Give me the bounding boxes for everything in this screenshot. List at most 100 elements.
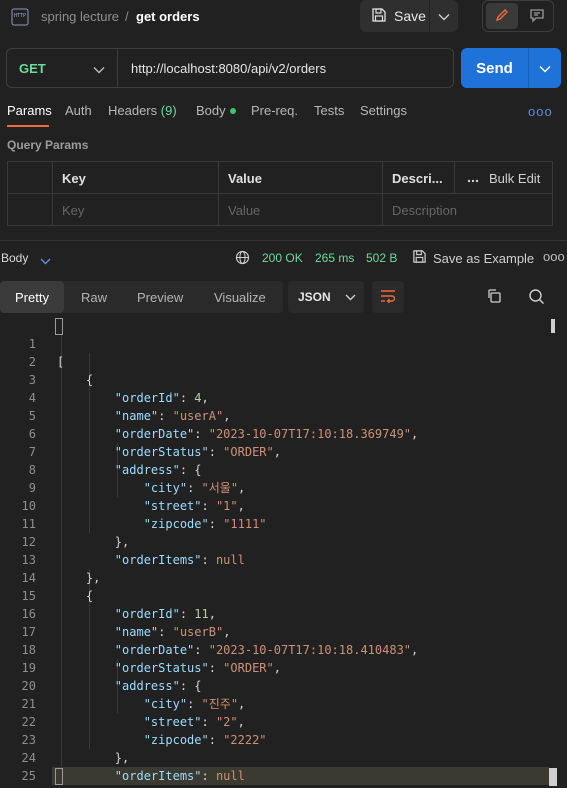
floppy-disk-icon (371, 7, 387, 26)
code-line: 7 "address": { (0, 425, 549, 477)
code-line: 1 [ (0, 317, 549, 369)
code-line: 26 ] (0, 767, 549, 788)
body-indicator-dot (229, 108, 236, 114)
scrollbar-thumb-end[interactable] (549, 768, 557, 786)
tab-body[interactable]: Body (196, 103, 236, 118)
tab-raw[interactable]: Raw (81, 281, 107, 313)
code-line: 14 { (0, 551, 549, 603)
code-line: 24 "orderItems": null (0, 731, 549, 783)
code-line: 22 "zipcode": "2222" (0, 695, 549, 747)
code-line: 18 "orderStatus": "ORDER", (0, 623, 549, 675)
table-row: Key Value Description (8, 194, 552, 226)
request-title[interactable]: get orders (136, 9, 200, 24)
format-select[interactable]: JSON (288, 281, 364, 313)
response-more-button[interactable]: ooo (543, 249, 565, 264)
code-line: 17 "orderDate": "2023-10-07T17:10:18.410… (0, 605, 549, 657)
tab-visualize[interactable]: Visualize (214, 281, 266, 313)
top-bar: HTTP spring lecture / get orders Save (0, 0, 567, 34)
save-as-example-button[interactable]: Save as Example (412, 249, 534, 267)
vertical-scrollbar[interactable] (549, 317, 557, 788)
param-value-input[interactable]: Value (218, 194, 382, 226)
code-line: 20 "city": "진주", (0, 659, 549, 711)
param-description-input[interactable]: Description (382, 194, 552, 226)
tab-prerequest[interactable]: Pre-req. (251, 103, 298, 118)
code-line: 10 "zipcode": "1111" (0, 479, 549, 531)
pane-divider[interactable] (0, 240, 567, 241)
more-tabs-button[interactable]: ooo (528, 104, 553, 119)
status-code[interactable]: 200 OK (262, 251, 303, 265)
response-body-viewer[interactable]: 1 [ 2 { 3 "orderId": 4, 4 "name": "userA… (0, 317, 567, 788)
edit-mode-button[interactable] (486, 3, 518, 29)
svg-text:HTTP: HTTP (14, 13, 26, 19)
save-button-label: Save (394, 8, 426, 24)
active-tab-indicator (7, 125, 49, 127)
code-line: 15 "orderId": 11, (0, 569, 549, 621)
save-button[interactable]: Save (360, 0, 430, 32)
more-options-icon (467, 171, 479, 186)
floppy-disk-icon (412, 249, 427, 267)
tab-body-label: Body (196, 103, 226, 118)
tab-settings[interactable]: Settings (360, 103, 407, 118)
comments-button[interactable] (522, 3, 552, 29)
code-line: 21 "street": "2", (0, 677, 549, 729)
wrap-lines-button[interactable] (372, 281, 404, 313)
copy-icon[interactable] (486, 288, 502, 307)
tab-tests[interactable]: Tests (314, 103, 344, 118)
chevron-down-icon (345, 290, 356, 304)
query-params-title: Query Params (7, 138, 89, 152)
table-header-row: Key Value Descri... Bulk Edit (8, 162, 552, 194)
code-line: 8 "city": "서울", (0, 443, 549, 495)
view-mode-toggle (482, 0, 554, 32)
globe-icon[interactable] (235, 250, 250, 268)
response-time[interactable]: 265 ms (315, 251, 354, 265)
code-line: 23 }, (0, 713, 549, 765)
chevron-down-icon (438, 9, 450, 24)
code-line: 12 "orderItems": null (0, 515, 549, 567)
code-line: 2 { (0, 335, 549, 387)
method-select[interactable]: GET (7, 49, 118, 87)
breadcrumb-separator: / (125, 9, 129, 24)
chevron-down-icon (93, 62, 105, 77)
code-line: 3 "orderId": 4, (0, 353, 549, 405)
response-body-select[interactable]: Body (1, 251, 28, 265)
tab-headers-label: Headers (108, 103, 158, 118)
save-as-example-label: Save as Example (433, 250, 535, 266)
breadcrumb-collection[interactable]: spring lecture (41, 9, 119, 24)
save-button-group: Save (360, 0, 458, 32)
code-line: 4 "name": "userA", (0, 371, 549, 423)
code-line: 16 "name": "userB", (0, 587, 549, 639)
col-key-header: Key (52, 162, 218, 194)
code-line: 5 "orderDate": "2023-10-07T17:10:18.3697… (0, 389, 549, 441)
response-size[interactable]: 502 B (366, 251, 397, 265)
format-label: JSON (298, 290, 331, 304)
query-params-table: Key Value Descri... Bulk Edit Key Value … (7, 161, 553, 226)
method-label: GET (19, 60, 46, 76)
chevron-down-icon (539, 61, 551, 76)
code-line: 11 }, (0, 497, 549, 549)
search-icon[interactable] (528, 288, 545, 308)
code-line: 25 } (0, 749, 549, 788)
scrollbar-thumb[interactable] (551, 319, 555, 333)
chevron-down-icon[interactable] (40, 253, 51, 268)
col-description-header: Descri... (382, 162, 454, 194)
code-line: 9 "street": "1", (0, 461, 549, 513)
tab-auth[interactable]: Auth (65, 103, 92, 118)
tab-params[interactable]: Params (7, 103, 52, 118)
comment-icon (529, 7, 545, 26)
col-value-header: Value (218, 162, 382, 194)
send-button-group: Send (461, 48, 561, 88)
tab-pretty[interactable]: Pretty (0, 281, 64, 313)
request-url-bar: GET http://localhost:8080/api/v2/orders (6, 48, 454, 88)
tab-headers[interactable]: Headers (9) (108, 103, 177, 118)
send-options-button[interactable] (529, 48, 561, 88)
bulk-edit-button[interactable]: Bulk Edit (454, 162, 552, 194)
url-input[interactable]: http://localhost:8080/api/v2/orders (118, 61, 326, 76)
code-line: 13 }, (0, 533, 549, 585)
response-bar: Body 200 OK 265 ms 502 B Save as Example… (0, 247, 567, 269)
http-request-icon: HTTP (11, 8, 29, 26)
save-options-button[interactable] (430, 0, 458, 32)
tab-preview[interactable]: Preview (137, 281, 183, 313)
pencil-icon (494, 7, 510, 26)
send-button[interactable]: Send (461, 48, 529, 88)
param-key-input[interactable]: Key (52, 194, 218, 226)
